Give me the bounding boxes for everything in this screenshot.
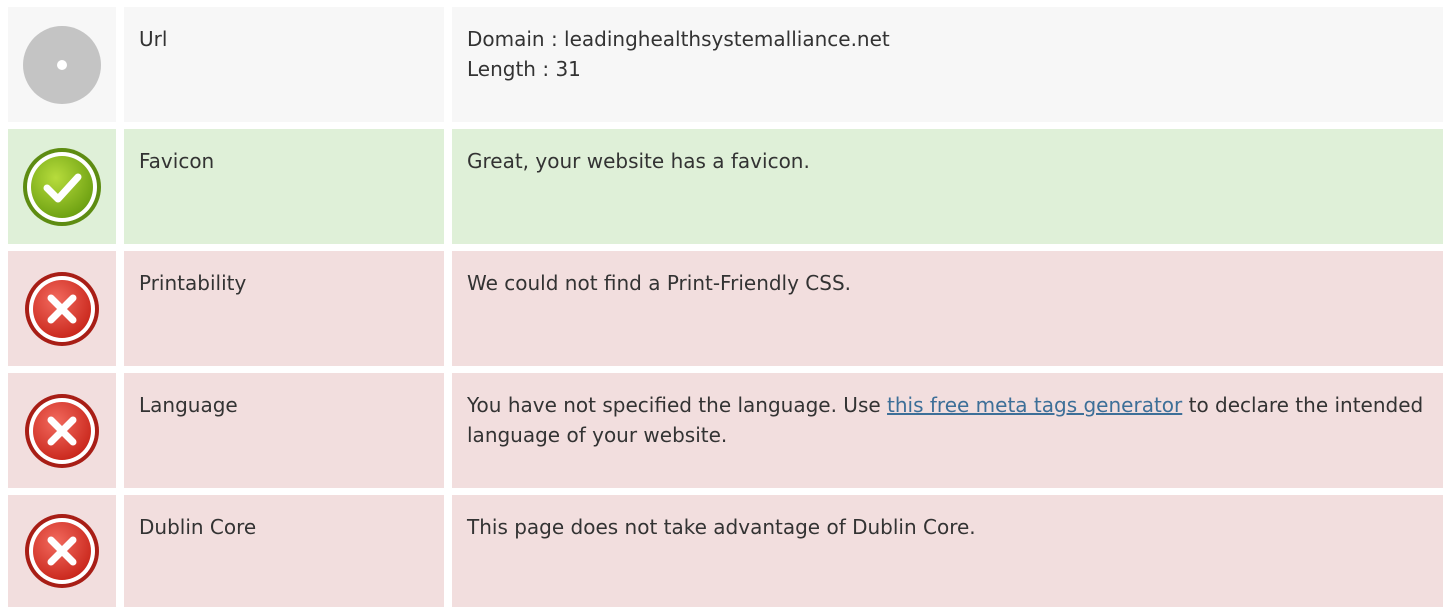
report-row-language: Language You have not specified the lang… [8,373,1443,488]
neutral-circle-icon [21,24,103,106]
row-value: We could not find a Print-Friendly CSS. [452,251,1443,366]
meta-tags-generator-link[interactable]: this free meta tags generator [887,393,1182,417]
status-icon-cell [8,373,116,488]
status-icon-cell [8,495,116,607]
row-label: Printability [124,251,444,366]
language-text-before: You have not specified the language. Use [467,393,888,417]
error-x-icon [21,268,103,350]
error-x-icon [21,510,103,592]
row-label: Language [124,373,444,488]
row-value: Domain : leadinghealthsystemalliance.net… [452,7,1443,122]
report-row-favicon: Favicon Great, your website has a favico… [8,129,1443,244]
row-value: This page does not take advantage of Dub… [452,495,1443,607]
error-x-icon [21,390,103,472]
status-icon-cell [8,7,116,122]
row-label: Favicon [124,129,444,244]
row-value: Great, your website has a favicon. [452,129,1443,244]
row-value: You have not specified the language. Use… [452,373,1443,488]
report-row-dublin-core: Dublin Core This page does not take adva… [8,495,1443,607]
row-label: Url [124,7,444,122]
checkmark-icon [21,146,103,228]
row-label: Dublin Core [124,495,444,607]
report-row-printability: Printability We could not find a Print-F… [8,251,1443,366]
status-icon-cell [8,251,116,366]
report-row-url: Url Domain : leadinghealthsystemalliance… [8,7,1443,122]
status-icon-cell [8,129,116,244]
length-line: Length : 31 [467,57,581,81]
domain-line: Domain : leadinghealthsystemalliance.net [467,27,890,51]
seo-report-table: Url Domain : leadinghealthsystemalliance… [0,0,1443,607]
